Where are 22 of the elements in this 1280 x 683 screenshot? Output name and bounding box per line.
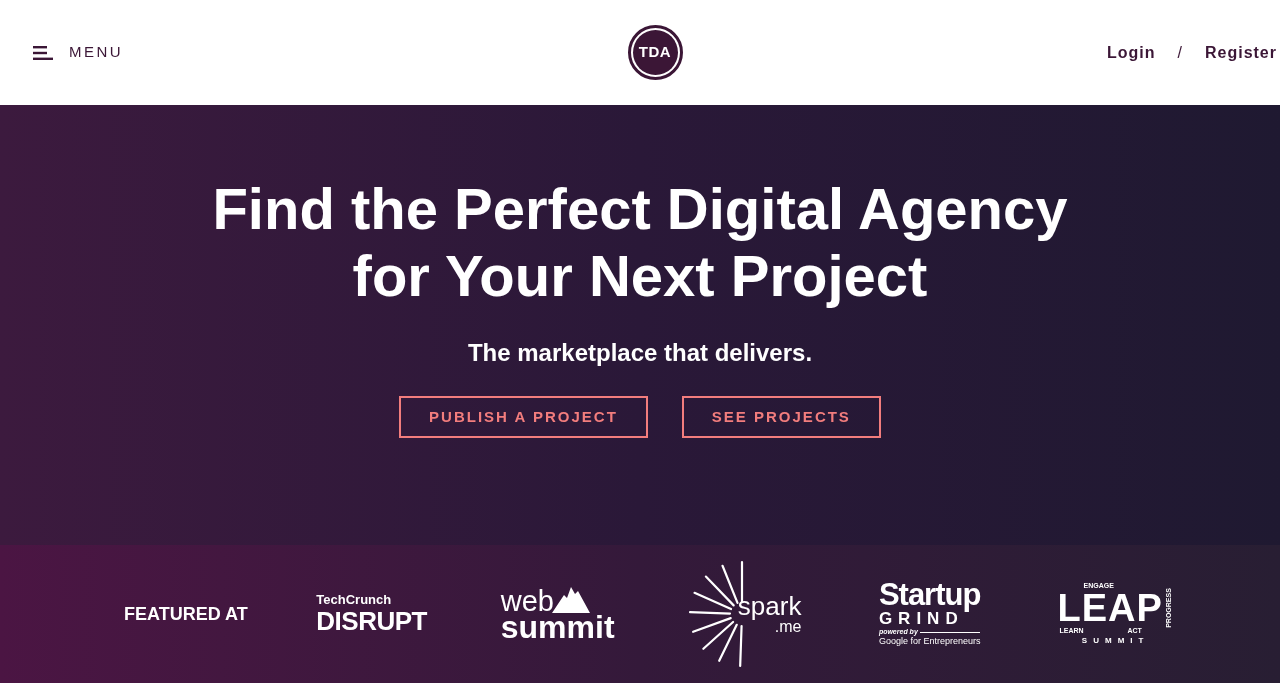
outline-button[interactable]: SEE PROJECTS [681, 396, 881, 438]
logo-text: DISRUPT [316, 607, 427, 635]
outline-button[interactable]: PUBLISH A PROJECT [399, 396, 648, 438]
logo-text: spark [737, 593, 802, 619]
logo-text: SUMMIT [1081, 636, 1150, 646]
separator-slash: / [1177, 42, 1183, 63]
logo-text: summit [500, 613, 615, 641]
login-link[interactable]: Login [1106, 40, 1156, 65]
featured-label: FEATURED AT [124, 602, 248, 626]
menu-icon [33, 45, 53, 60]
register-link[interactable]: Register [1204, 40, 1277, 65]
logo-link[interactable]: TDA [627, 25, 683, 80]
logo-text: web [500, 589, 554, 613]
menu-button[interactable]: MENU [33, 41, 124, 64]
logo-text: Google for Entrepreneurs [878, 636, 981, 647]
logo-text: TechCrunch [316, 593, 392, 607]
logo-text: GRIND [878, 609, 964, 628]
mountain-icon [551, 587, 590, 613]
logo-text: .me [774, 619, 802, 635]
logo-text: LEAP [1057, 591, 1163, 625]
hero-subtitle: The marketplace that delivers. [467, 338, 813, 368]
hero-heading: Find the Perfect Digital Agency for Your Next Project [211, 175, 1069, 309]
